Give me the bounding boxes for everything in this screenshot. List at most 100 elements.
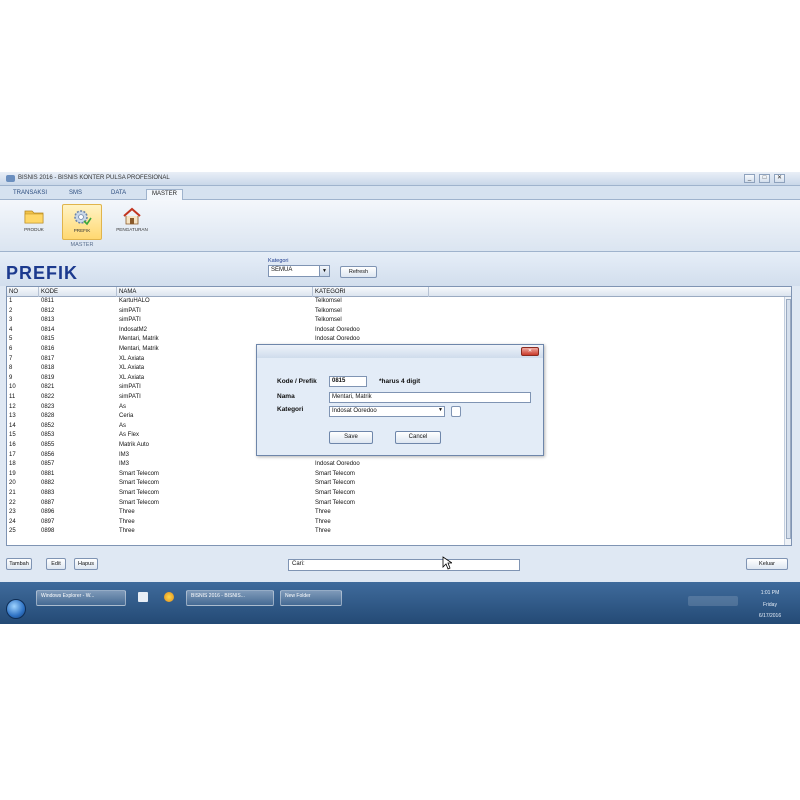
table-row[interactable]: 20 0882 Smart Telecom Smart Telecom — [7, 479, 785, 489]
produk-label: PRODUK — [24, 227, 44, 232]
table-row[interactable]: 3 0813 simPATI Telkomsel — [7, 316, 785, 326]
cell-no: 20 — [9, 480, 16, 487]
table-row[interactable]: 2 0812 simPATI Telkomsel — [7, 307, 785, 317]
cell-kode: 0823 — [41, 403, 55, 410]
cell-no: 24 — [9, 518, 16, 525]
cell-no: 23 — [9, 509, 16, 516]
cell-kode: 0883 — [41, 490, 55, 496]
cell-nama: Smart Telecom — [119, 470, 159, 477]
cell-kategori: Indosat Ooredoo — [315, 461, 360, 468]
cell-no: 15 — [9, 432, 16, 439]
tab-master[interactable]: MASTER — [146, 189, 184, 200]
table-row[interactable]: 25 0898 Three Three — [7, 527, 785, 537]
cell-no: 10 — [9, 384, 16, 391]
tambah-button[interactable]: Tambah — [6, 558, 32, 570]
chevron-down-icon[interactable]: ▼ — [319, 266, 329, 276]
cell-kategori: Telkomsel — [315, 317, 342, 324]
cell-no: 21 — [9, 490, 16, 496]
minimize-button[interactable]: _ — [744, 174, 755, 183]
kategori-select[interactable]: SEMUA ▼ — [268, 265, 330, 277]
cell-kode: 0819 — [41, 374, 55, 381]
cancel-button[interactable]: Cancel — [395, 431, 441, 444]
cell-kategori: Smart Telecom — [315, 470, 355, 477]
chevron-down-icon[interactable]: ▼ — [438, 407, 443, 413]
tab-transaksi[interactable]: TRANSAKSI — [8, 189, 52, 200]
cell-kode: 0852 — [41, 422, 55, 429]
media-player-icon[interactable] — [138, 592, 148, 602]
cell-no: 14 — [9, 422, 16, 429]
scrollbar-thumb[interactable] — [786, 299, 791, 539]
kode-label: Kode / Prefik — [277, 378, 317, 385]
hapus-button[interactable]: Hapus — [74, 558, 98, 570]
kategori-checkbox[interactable] — [451, 406, 461, 417]
title-bar: BISNIS 2016 - BISNIS KONTER PULSA PROFES… — [0, 172, 800, 186]
cari-input[interactable]: Cari: — [288, 559, 520, 571]
cell-no: 1 — [9, 298, 13, 304]
clock-time[interactable]: 1:01 PM — [748, 590, 792, 596]
cell-nama: IndosatM2 — [119, 326, 148, 333]
kategori-dialog-label: Kategori — [277, 406, 304, 413]
cell-kode: 0898 — [41, 528, 55, 535]
cell-kode: 0817 — [41, 355, 55, 362]
taskbar-item-bisnis[interactable]: BISNIS 2016 - BISNIS... — [186, 590, 274, 606]
cell-no: 12 — [9, 403, 16, 410]
table-row[interactable]: 24 0897 Three Three — [7, 518, 785, 528]
table-row[interactable]: 4 0814 IndosatM2 Indosat Ooredoo — [7, 326, 785, 336]
folder-icon — [24, 210, 44, 224]
kode-input[interactable]: 0815 — [329, 376, 367, 387]
cell-kode: 0822 — [41, 394, 55, 400]
nama-label: Nama — [277, 393, 295, 400]
menu-tabs: TRANSAKSI SMS DATA MASTER — [0, 186, 800, 200]
close-button[interactable]: ✕ — [774, 174, 785, 183]
system-tray-icons[interactable] — [688, 596, 738, 606]
kategori-dialog-select[interactable]: Indosat Ooredoo ▼ — [329, 406, 445, 417]
save-button[interactable]: Save — [329, 431, 373, 444]
nama-input[interactable]: Mentari, Matrik — [329, 392, 531, 403]
table-row[interactable]: 23 0896 Three Three — [7, 508, 785, 518]
cell-no: 22 — [9, 499, 16, 506]
cell-no: 2 — [9, 307, 13, 314]
cell-kategori: Smart Telecom — [315, 499, 355, 506]
maximize-button[interactable]: □ — [759, 174, 770, 183]
gear-icon — [74, 210, 92, 226]
taskbar-item-folder[interactable]: New Folder — [280, 590, 342, 606]
edit-button[interactable]: Edit — [46, 558, 66, 570]
produk-button[interactable]: PRODUK — [14, 204, 54, 240]
pengaturan-button[interactable]: PENGATURAN — [112, 204, 152, 240]
cell-no: 25 — [9, 528, 16, 535]
table-row[interactable]: 22 0887 Smart Telecom Smart Telecom — [7, 499, 785, 509]
cell-nama: Three — [119, 509, 135, 516]
column-header-kategori[interactable]: KATEGORI — [313, 287, 429, 297]
column-header-no[interactable]: NO — [7, 287, 39, 297]
refresh-button[interactable]: Refresh — [340, 266, 377, 278]
table-row[interactable]: 21 0883 Smart Telecom Smart Telecom — [7, 489, 785, 499]
cell-kode: 0887 — [41, 499, 55, 506]
keluar-button[interactable]: Keluar — [746, 558, 788, 570]
column-header-kode[interactable]: KODE — [39, 287, 117, 297]
cell-kode: 0856 — [41, 451, 55, 458]
pengaturan-label: PENGATURAN — [116, 227, 148, 232]
page-title: PREFIK — [6, 263, 79, 283]
start-button[interactable] — [6, 599, 26, 619]
table-row[interactable]: 18 0857 IM3 Indosat Ooredoo — [7, 460, 785, 470]
taskbar-item-explorer[interactable]: Windows Explorer - W... — [36, 590, 126, 606]
dialog-close-button[interactable]: ✕ — [521, 347, 539, 356]
cell-nama: Smart Telecom — [119, 499, 159, 506]
table-row[interactable]: 19 0881 Smart Telecom Smart Telecom — [7, 470, 785, 480]
cell-nama: Three — [119, 518, 135, 525]
tab-sms[interactable]: SMS — [64, 189, 87, 200]
cell-kode: 0813 — [41, 317, 55, 324]
column-header-nama[interactable]: NAMA — [117, 287, 313, 297]
tab-data[interactable]: DATA — [106, 189, 131, 200]
app-window: BISNIS 2016 - BISNIS KONTER PULSA PROFES… — [0, 172, 800, 624]
vertical-scrollbar[interactable] — [784, 297, 791, 545]
prefik-button[interactable]: PREFIK — [62, 204, 102, 240]
cell-no: 16 — [9, 442, 16, 448]
table-row[interactable]: 1 0811 KartuHALO Telkomsel — [7, 297, 785, 307]
cell-no: 11 — [9, 394, 16, 400]
cell-no: 8 — [9, 365, 13, 372]
cell-no: 13 — [9, 413, 16, 420]
cell-kategori: Telkomsel — [315, 307, 342, 314]
cell-nama: IM3 — [119, 461, 130, 468]
browser-icon[interactable] — [164, 592, 174, 602]
